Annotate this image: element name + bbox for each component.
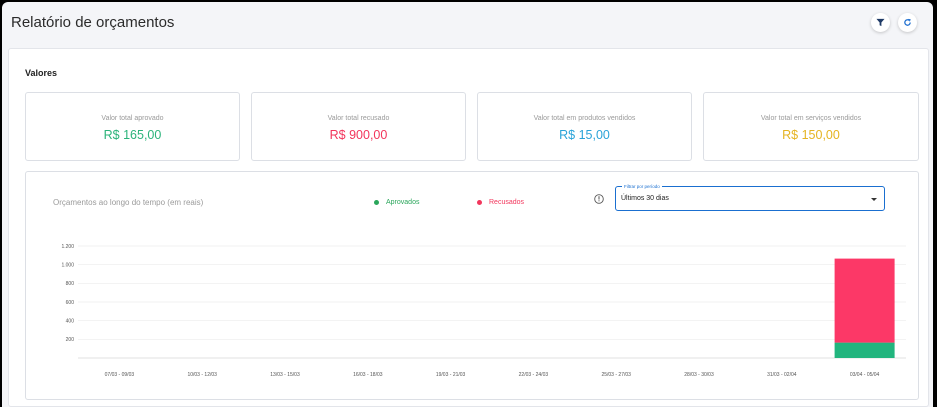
x-tick-label: 31/03 - 02/04 bbox=[767, 372, 797, 378]
x-tick-label: 22/03 - 24/03 bbox=[519, 372, 549, 378]
chart-card: 1.200 1.000 800 600 400 200 07/03 - 09/03 10/03… bbox=[25, 171, 919, 400]
legend-label: Recusados bbox=[489, 199, 525, 206]
card-label: Valor total aprovado bbox=[101, 115, 164, 122]
refresh-icon bbox=[904, 18, 911, 26]
refresh-button[interactable] bbox=[898, 13, 917, 32]
x-tick-label: 19/03 - 21/03 bbox=[436, 372, 466, 378]
filter-button[interactable] bbox=[871, 13, 890, 32]
card-value: R$ 165,00 bbox=[103, 128, 162, 142]
filter-icon bbox=[876, 18, 885, 27]
x-tick-label: 16/03 - 18/03 bbox=[353, 372, 383, 378]
page-title: Relatório de orçamentos bbox=[11, 14, 175, 31]
section-title: Valores bbox=[25, 68, 58, 78]
x-tick-label: 13/03 - 15/03 bbox=[270, 372, 300, 378]
card-value: R$ 15,00 bbox=[559, 128, 610, 142]
y-tick-label: 400 bbox=[66, 318, 75, 324]
x-tick-label: 25/03 - 27/03 bbox=[601, 372, 631, 378]
bar-refused bbox=[834, 258, 895, 343]
legend-dot-icon bbox=[374, 200, 379, 205]
period-filter-label: Filtrar por período bbox=[622, 183, 662, 190]
chart-title: Orçamentos ao longo do tempo (em reais) bbox=[53, 198, 204, 207]
y-tick-label: 600 bbox=[66, 300, 75, 306]
x-tick-label: 03/04 - 05/04 bbox=[850, 372, 880, 378]
card-refused-total: Valor total recusado R$ 900,00 bbox=[251, 92, 466, 161]
card-label: Valor total recusado bbox=[327, 115, 390, 122]
y-tick-label: 800 bbox=[66, 281, 75, 287]
period-filter-select[interactable]: Filtrar por período Últimos 30 dias bbox=[615, 183, 885, 211]
card-products-total: Valor total em produtos vendidos R$ 15,0… bbox=[477, 92, 692, 161]
y-tick-label: 1.200 bbox=[61, 244, 74, 250]
y-tick-label: 200 bbox=[66, 337, 75, 343]
card-label: Valor total em serviços vendidos bbox=[760, 115, 862, 122]
report-panel: Valores Valor total aprovado R$ 165,00 V… bbox=[8, 48, 929, 407]
y-tick-label: 1.000 bbox=[61, 262, 74, 268]
x-tick-label: 07/03 - 09/03 bbox=[105, 372, 135, 378]
period-filter-value: Últimos 30 dias bbox=[621, 195, 669, 202]
card-label: Valor total em produtos vendidos bbox=[533, 115, 636, 122]
legend-label: Aprovados bbox=[386, 199, 420, 206]
app-frame: Relatório de orçamentos Valores Valor to… bbox=[2, 2, 933, 407]
header-bar: Relatório de orçamentos bbox=[2, 2, 933, 42]
legend-item-refused[interactable]: Recusados bbox=[477, 199, 524, 206]
info-icon[interactable] bbox=[594, 194, 604, 204]
legend-dot-icon bbox=[477, 200, 482, 205]
x-tick-label: 28/03 - 30/03 bbox=[684, 372, 714, 378]
card-value: R$ 900,00 bbox=[329, 128, 388, 142]
x-tick-label: 10/03 - 12/03 bbox=[187, 372, 217, 378]
bar-approved bbox=[834, 342, 895, 358]
card-approved-total: Valor total aprovado R$ 165,00 bbox=[25, 92, 240, 161]
legend-item-approved[interactable]: Aprovados bbox=[374, 199, 419, 206]
card-services-total: Valor total em serviços vendidos R$ 150,… bbox=[703, 92, 919, 161]
card-value: R$ 150,00 bbox=[782, 128, 840, 142]
chevron-down-icon bbox=[871, 198, 877, 201]
